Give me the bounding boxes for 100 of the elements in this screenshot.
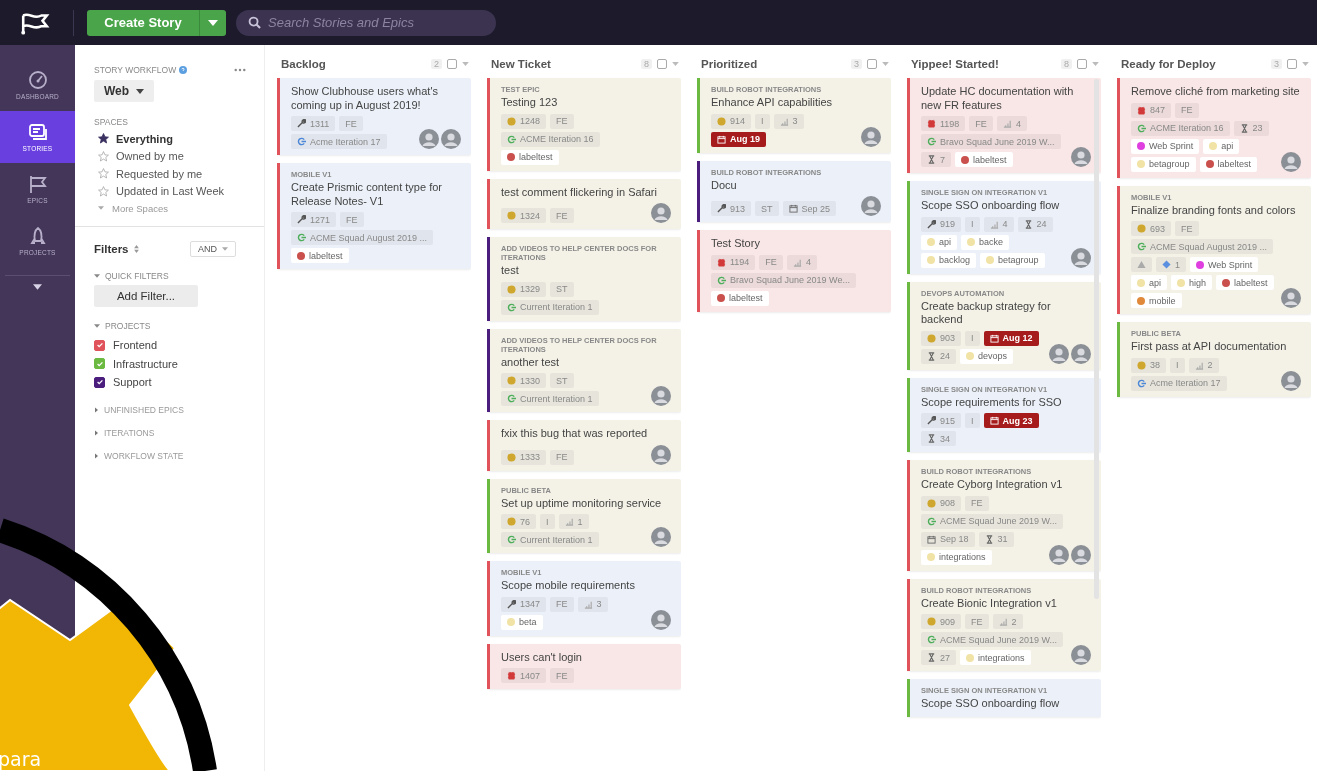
project-label[interactable]: Frontend	[113, 339, 158, 352]
chip-text: labeltest	[973, 154, 1007, 165]
add-filter-button[interactable]: Add Filter...	[94, 285, 198, 307]
chip-text: ACME Squad August 2019 ...	[310, 232, 428, 243]
space-item[interactable]: Owned by me	[94, 147, 256, 165]
story-title: fxix this bug that was reported	[501, 427, 649, 441]
chip-text: I	[546, 516, 549, 527]
chip-text: FE	[971, 498, 983, 508]
chip-text: 1	[1175, 259, 1180, 270]
story-card[interactable]: Remove cliché from marketing site 847 FE ACME Iteration 16 23 Web Sprint api betagroup labeltest	[1117, 78, 1311, 178]
space-item[interactable]: Requested by me	[94, 165, 256, 183]
avatar-icon	[651, 386, 671, 406]
iteration-icon	[297, 233, 306, 242]
operator-dropdown[interactable]: AND	[190, 241, 236, 257]
caret-icon[interactable]	[33, 284, 42, 290]
space-item[interactable]: Everything	[94, 130, 256, 148]
story-card[interactable]: Update HC documentation with new FR features 1198 FE 4 Bravo Squad June 2019 W... 7 labeltest	[907, 78, 1101, 173]
story-card[interactable]: Test Story 1194 FE 4 Bravo Squad June 2019 We... labeltest	[697, 230, 891, 312]
column-checkbox[interactable]	[867, 59, 877, 69]
wrench-icon	[297, 215, 306, 224]
chip-text: FE	[556, 670, 568, 681]
chip-text: ACME Iteration 16	[1150, 123, 1224, 133]
section-toggle[interactable]: QUICK FILTERS	[94, 271, 256, 281]
chip-text: api	[939, 237, 951, 247]
project-label[interactable]: Infrastructure	[113, 357, 178, 370]
column-checkbox[interactable]	[447, 59, 457, 69]
create-dropdown-button[interactable]	[199, 9, 226, 36]
story-title: Scope SSO onboarding flow	[921, 697, 1061, 711]
story-title: test	[501, 264, 520, 278]
bars-icon	[792, 257, 802, 267]
avatar-icon	[1049, 343, 1069, 364]
chip-text: 4	[1015, 118, 1021, 129]
section-toggle[interactable]: PROJECTS	[94, 321, 256, 331]
chip-text: 76	[520, 516, 530, 527]
chip-text: betagroup	[1149, 159, 1190, 169]
dot-icon	[717, 116, 726, 126]
chip-text: ACME Squad June 2019 W...	[940, 516, 1058, 526]
avatar-icon	[1281, 288, 1301, 308]
story-title: Update HC documentation with new FR features	[921, 85, 1075, 112]
project-label[interactable]: Support	[113, 376, 152, 389]
chip-text: 693	[1150, 223, 1166, 234]
dot-icon	[1137, 224, 1146, 233]
avatar-icon	[1281, 370, 1301, 391]
chip-text: Aug 23	[1002, 415, 1033, 426]
chip-text: 4	[805, 257, 811, 267]
hourglass-icon	[927, 155, 936, 164]
search-icon	[248, 16, 261, 29]
space-item[interactable]: Updated in Last Week	[94, 182, 256, 200]
avatar-icon	[441, 129, 461, 149]
story-card[interactable]: fxix this bug that was reported 1333 FE	[487, 420, 681, 471]
chip-text: 915	[940, 415, 956, 426]
help-icon[interactable]	[179, 66, 188, 74]
project-checkbox[interactable]	[94, 376, 105, 388]
chip-text: FE	[765, 257, 777, 267]
iteration-icon	[507, 535, 516, 544]
bars-icon	[1002, 119, 1012, 128]
sort-icon[interactable]	[133, 245, 139, 253]
avatar-icon	[1071, 247, 1091, 268]
project-checkbox[interactable]	[94, 358, 105, 370]
dot-icon	[507, 211, 516, 220]
chip-text: labeltest	[729, 293, 763, 303]
dot-icon	[927, 498, 936, 508]
story-title: Remove cliché from marketing site	[1131, 85, 1301, 99]
more-icon[interactable]	[234, 68, 246, 72]
story-card[interactable]: Show Clubhouse users what's coming up in August 2019! 1311 FE Acme Iteration 17	[277, 78, 471, 155]
chip-text: Aug 19	[730, 134, 760, 144]
chip-text: backlog	[939, 255, 971, 265]
story-title: Scope SSO onboarding flow	[921, 199, 1061, 213]
column-checkbox[interactable]	[657, 59, 667, 69]
chip-text: 1	[577, 516, 583, 527]
chip-text: ST	[556, 284, 568, 294]
dot-icon	[1137, 360, 1146, 370]
avatar-icon	[1049, 544, 1069, 565]
chip-text: FE	[971, 616, 983, 627]
story-title: Enhance API capabilities	[711, 96, 834, 110]
chip-text: 1271	[310, 214, 331, 225]
star-icon	[98, 168, 109, 180]
story-title: Create backup strategy for backend	[921, 299, 1052, 327]
chip-text: 38	[1150, 360, 1160, 370]
chip-text: betagroup	[998, 255, 1039, 265]
workflow-dropdown[interactable]: Web	[94, 80, 155, 102]
chip-text: FE	[556, 210, 568, 221]
caret-icon	[94, 324, 100, 328]
chip-text: Bravo Squad June 2019 W...	[940, 136, 1055, 147]
chip-text: integrations	[939, 552, 986, 562]
story-title: Testing 123	[501, 96, 559, 110]
story-card[interactable]: Users can't login 1407 FE	[487, 643, 681, 689]
chip-text: api	[1149, 277, 1161, 288]
caret-icon	[94, 274, 100, 278]
column-checkbox[interactable]	[1287, 59, 1297, 69]
search-field[interactable]: Search Stories and Epics	[236, 9, 496, 36]
story-title: Scope mobile requirements	[501, 579, 636, 593]
story-card[interactable]: test comment flickering in Safari 1324 FE	[487, 178, 681, 229]
chip-text: I	[1176, 360, 1179, 370]
project-checkbox[interactable]	[94, 339, 105, 351]
chip-text: Web Sprint	[1208, 259, 1253, 270]
chip-text: 908	[940, 498, 956, 508]
column-checkbox[interactable]	[1077, 59, 1087, 69]
filters-title: Filters	[94, 243, 129, 255]
chip-text: backe	[979, 237, 1004, 247]
